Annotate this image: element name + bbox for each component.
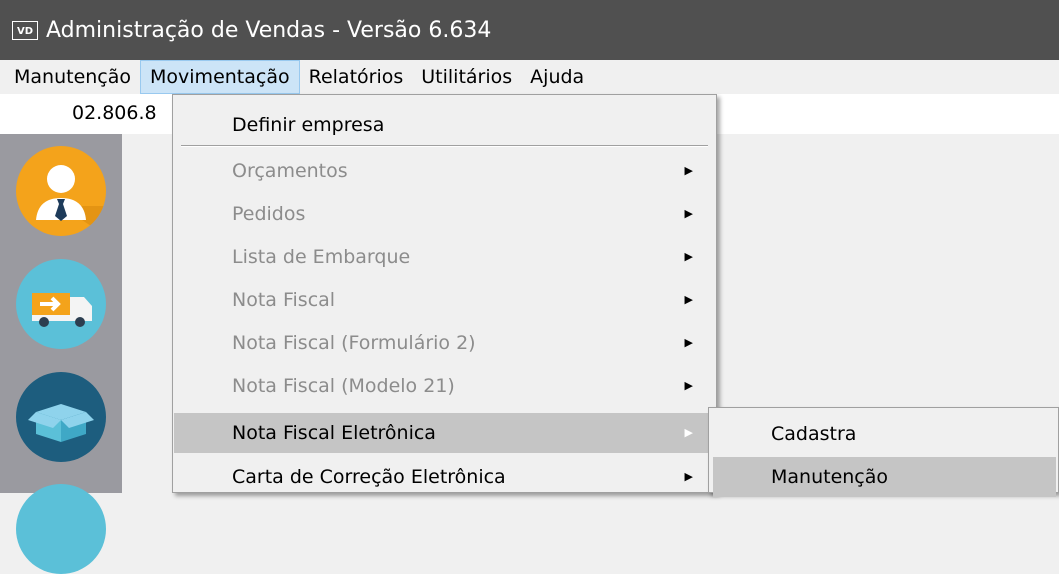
menu-ajuda[interactable]: Ajuda (521, 60, 593, 94)
submenu-arrow-icon: ▶ (684, 250, 693, 263)
menuitem-label: Definir empresa (232, 114, 385, 136)
submenu-arrow-icon: ▶ (684, 164, 693, 177)
menu-manutencao[interactable]: Manutenção (0, 60, 140, 94)
menu-relatorios[interactable]: Relatórios (300, 60, 413, 94)
submenu-item-cadastra[interactable]: Cadastra (713, 414, 1056, 454)
submenu-arrow-icon: ▶ (684, 379, 693, 392)
menuitem-pedidos[interactable]: Pedidos ▶ (174, 194, 715, 234)
submenu-arrow-icon: ▶ (684, 207, 693, 220)
submenu-arrow-icon: ▶ (684, 293, 693, 306)
menuitem-label: Nota Fiscal (232, 289, 336, 311)
menuitem-label: Carta de Correção Eletrônica (232, 466, 506, 488)
menuitem-lista-de-embarque[interactable]: Lista de Embarque ▶ (174, 237, 715, 277)
user-tie-icon[interactable] (16, 146, 106, 236)
menuitem-nota-fiscal-formulario-2[interactable]: Nota Fiscal (Formulário 2) ▶ (174, 323, 715, 363)
menuitem-carta-de-correcao-eletronica[interactable]: Carta de Correção Eletrônica ▶ (174, 457, 715, 497)
menuitem-label: Nota Fiscal (Formulário 2) (232, 332, 476, 354)
menuitem-nota-fiscal-modelo-21[interactable]: Nota Fiscal (Modelo 21) ▶ (174, 366, 715, 406)
menuitem-definir-empresa[interactable]: Definir empresa (174, 105, 715, 145)
submenu-arrow-icon: ▶ (684, 470, 693, 483)
submenu-arrow-icon: ▶ (684, 336, 693, 349)
menuitem-label: Nota Fiscal (Modelo 21) (232, 375, 455, 397)
menu-utilitarios[interactable]: Utilitários (412, 60, 521, 94)
menuitem-label: Nota Fiscal Eletrônica (232, 422, 436, 444)
window-title: Administração de Vendas - Versão 6.634 (46, 17, 492, 43)
menuitem-nota-fiscal[interactable]: Nota Fiscal ▶ (174, 280, 715, 320)
menuitem-label: Lista de Embarque (232, 246, 411, 268)
menuitem-nota-fiscal-eletronica[interactable]: Nota Fiscal Eletrônica ▶ (174, 413, 715, 453)
menuitem-label: Orçamentos (232, 160, 348, 182)
delivery-truck-icon[interactable] (16, 259, 106, 349)
company-code-value: 02.806.8 (72, 102, 157, 124)
submenu-arrow-icon: ▶ (684, 426, 693, 439)
menu-bar: Manutenção Movimentação Relatórios Utili… (0, 60, 1059, 94)
menuitem-orcamentos[interactable]: Orçamentos ▶ (174, 151, 715, 191)
menu-movimentacao[interactable]: Movimentação (140, 60, 300, 94)
app-logo-icon: VD (12, 20, 38, 40)
title-bar: VD Administração de Vendas - Versão 6.63… (0, 0, 1059, 60)
menuitem-label: Pedidos (232, 203, 306, 225)
menu-separator (181, 145, 708, 147)
open-box-icon[interactable] (16, 372, 106, 462)
partial-shortcut-icon[interactable] (16, 484, 106, 574)
movimentacao-dropdown: Definir empresa Orçamentos ▶ Pedidos ▶ L… (172, 94, 717, 493)
nota-fiscal-eletronica-submenu: Cadastra Manutenção (708, 407, 1059, 497)
shortcut-sidepanel (0, 134, 122, 574)
submenu-item-manutencao[interactable]: Manutenção (713, 457, 1056, 497)
